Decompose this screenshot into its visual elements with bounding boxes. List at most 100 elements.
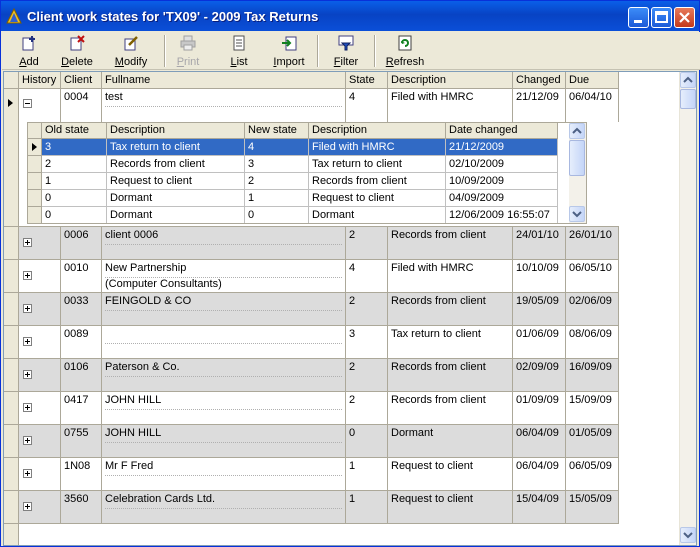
table-row[interactable]: 0033 FEINGOLD & CO 2 Records from client… — [19, 293, 619, 326]
expand-icon[interactable] — [23, 403, 32, 412]
expand-icon[interactable] — [23, 337, 32, 346]
table-row[interactable]: 0010 New Partnership (Computer Consultant… — [19, 260, 619, 293]
fullname-cell[interactable]: Mr F Fred — [102, 458, 346, 491]
date-changed-cell[interactable]: 04/09/2009 — [446, 190, 558, 207]
new-description-cell[interactable]: Tax return to client — [309, 156, 446, 173]
new-state-cell[interactable]: 3 — [245, 156, 309, 173]
date-changed-cell[interactable]: 02/10/2009 — [446, 156, 558, 173]
history-cell[interactable] — [19, 89, 61, 122]
fullname-cell[interactable]: FEINGOLD & CO — [102, 293, 346, 326]
history-row[interactable]: 0 Dormant 0 Dormant 12/06/2009 16:55:07 — [42, 207, 567, 223]
new-state-cell[interactable]: 0 — [245, 207, 309, 223]
description-cell[interactable]: Request to client — [388, 491, 513, 524]
history-cell[interactable] — [19, 326, 61, 359]
changed-cell[interactable]: 24/01/10 — [513, 227, 566, 260]
new-description-cell[interactable]: Records from client — [309, 173, 446, 190]
due-cell[interactable]: 16/09/09 — [566, 359, 619, 392]
state-cell[interactable]: 2 — [346, 392, 388, 425]
client-cell[interactable]: 0004 — [61, 89, 102, 122]
description-cell[interactable]: Dormant — [388, 425, 513, 458]
minimize-button[interactable] — [628, 7, 649, 28]
changed-cell[interactable]: 01/09/09 — [513, 392, 566, 425]
changed-cell[interactable]: 19/05/09 — [513, 293, 566, 326]
filter-button[interactable]: Filter — [329, 33, 363, 68]
subgrid-header-date-changed[interactable]: Date changed — [446, 123, 558, 139]
row-indicator[interactable] — [4, 491, 19, 524]
due-cell[interactable]: 06/05/09 — [566, 458, 619, 491]
description-cell[interactable]: Tax return to client — [388, 326, 513, 359]
old-state-cell[interactable]: 2 — [42, 156, 107, 173]
new-description-cell[interactable]: Dormant — [309, 207, 446, 223]
subgrid-row-indicator[interactable] — [28, 190, 42, 207]
row-indicator[interactable] — [4, 326, 19, 359]
expand-icon[interactable] — [23, 469, 32, 478]
subgrid-row-indicator[interactable] — [28, 173, 42, 190]
due-cell[interactable]: 02/06/09 — [566, 293, 619, 326]
due-cell[interactable]: 08/06/09 — [566, 326, 619, 359]
description-cell[interactable]: Records from client — [388, 227, 513, 260]
state-cell[interactable]: 4 — [346, 260, 388, 293]
delete-button[interactable]: Delete — [54, 33, 100, 68]
state-cell[interactable]: 2 — [346, 227, 388, 260]
old-description-cell[interactable]: Request to client — [107, 173, 245, 190]
refresh-button[interactable]: Refresh — [384, 33, 426, 68]
new-state-cell[interactable]: 2 — [245, 173, 309, 190]
fullname-cell[interactable]: New Partnership (Computer Consultants) — [102, 260, 346, 293]
list-button[interactable]: List — [222, 33, 256, 68]
print-button[interactable]: Print — [170, 33, 206, 68]
description-cell[interactable]: Filed with HMRC — [388, 89, 513, 122]
fullname-cell[interactable]: JOHN HILL — [102, 392, 346, 425]
column-header-state[interactable]: State — [346, 72, 388, 89]
fullname-cell[interactable]: test — [102, 89, 346, 122]
new-state-cell[interactable]: 4 — [245, 139, 309, 156]
client-cell[interactable]: 0755 — [61, 425, 102, 458]
changed-cell[interactable]: 02/09/09 — [513, 359, 566, 392]
due-cell[interactable]: 15/09/09 — [566, 392, 619, 425]
row-indicator[interactable] — [4, 89, 19, 227]
changed-cell[interactable]: 06/04/09 — [513, 425, 566, 458]
new-description-cell[interactable]: Filed with HMRC — [309, 139, 446, 156]
table-row[interactable]: 0417 JOHN HILL 2 Records from client 01/… — [19, 392, 619, 425]
history-row-selected[interactable]: 3 Tax return to client 4 Filed with HMRC… — [42, 139, 567, 156]
expand-icon[interactable] — [23, 436, 32, 445]
client-cell[interactable]: 1N08 — [61, 458, 102, 491]
history-cell[interactable] — [19, 260, 61, 293]
subgrid-row-indicator[interactable] — [28, 207, 42, 223]
history-row[interactable]: 0 Dormant 1 Request to client 04/09/2009 — [42, 190, 567, 207]
new-state-cell[interactable]: 1 — [245, 190, 309, 207]
table-row[interactable]: 0089 3 Tax return to client 01/06/09 08/… — [19, 326, 619, 359]
table-row[interactable]: 3560 Celebration Cards Ltd. 1 Request to… — [19, 491, 619, 524]
expand-icon[interactable] — [23, 238, 32, 247]
date-changed-cell[interactable]: 10/09/2009 — [446, 173, 558, 190]
history-row[interactable]: 2 Records from client 3 Tax return to cl… — [42, 156, 567, 173]
fullname-cell[interactable] — [102, 326, 346, 359]
date-changed-cell[interactable]: 12/06/2009 16:55:07 — [446, 207, 558, 223]
history-row[interactable]: 1 Request to client 2 Records from clien… — [42, 173, 567, 190]
expand-icon[interactable] — [23, 271, 32, 280]
state-cell[interactable]: 1 — [346, 458, 388, 491]
changed-cell[interactable]: 01/06/09 — [513, 326, 566, 359]
row-indicator[interactable] — [4, 392, 19, 425]
scroll-up-button[interactable] — [680, 72, 696, 88]
history-cell[interactable] — [19, 227, 61, 260]
client-cell[interactable]: 3560 — [61, 491, 102, 524]
client-cell[interactable]: 0010 — [61, 260, 102, 293]
fullname-cell[interactable]: JOHN HILL — [102, 425, 346, 458]
due-cell[interactable]: 26/01/10 — [566, 227, 619, 260]
subgrid-scroll-down-button[interactable] — [569, 206, 585, 222]
import-button[interactable]: Import — [270, 33, 308, 68]
old-state-cell[interactable]: 0 — [42, 190, 107, 207]
old-state-cell[interactable]: 0 — [42, 207, 107, 223]
table-row[interactable]: 0006 client 0006 2 Records from client 2… — [19, 227, 619, 260]
column-header-description[interactable]: Description — [388, 72, 513, 89]
state-cell[interactable]: 4 — [346, 89, 388, 122]
expand-icon[interactable] — [23, 502, 32, 511]
expand-icon[interactable] — [23, 304, 32, 313]
description-cell[interactable]: Records from client — [388, 293, 513, 326]
client-cell[interactable]: 0006 — [61, 227, 102, 260]
close-button[interactable] — [674, 7, 695, 28]
column-header-client[interactable]: Client — [61, 72, 102, 89]
subgrid-header-new-state[interactable]: New state — [245, 123, 309, 139]
client-cell[interactable]: 0089 — [61, 326, 102, 359]
due-cell[interactable]: 15/05/09 — [566, 491, 619, 524]
